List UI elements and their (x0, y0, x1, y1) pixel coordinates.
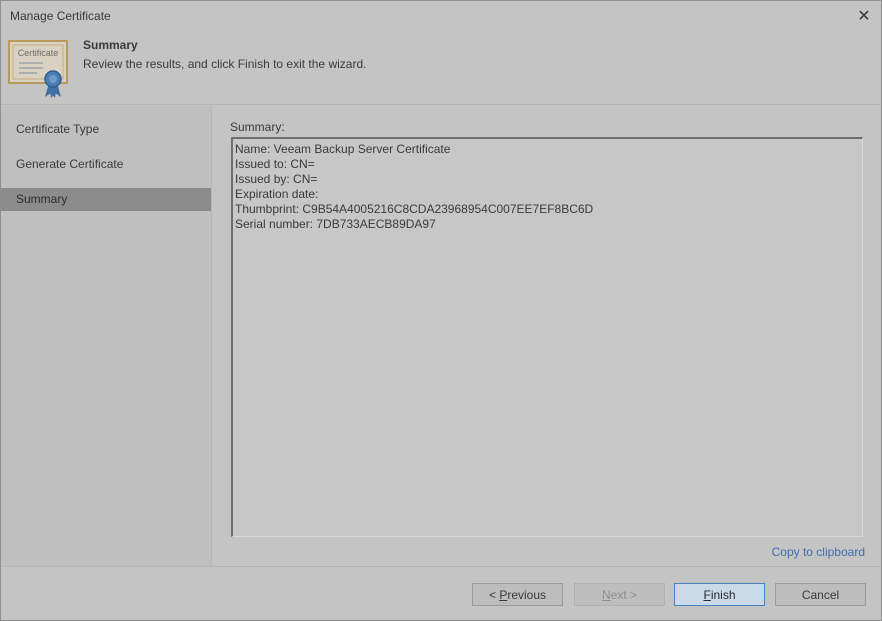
summary-label: Summary: (230, 120, 285, 134)
next-button[interactable]: Next > (574, 583, 665, 606)
next-rest: ext (610, 587, 627, 602)
sidebar-item-summary[interactable]: Summary (1, 188, 211, 211)
summary-panel: Summary: Name: Veeam Backup Server Certi… (212, 106, 881, 566)
copy-to-clipboard-link[interactable]: Copy to clipboard (772, 545, 865, 559)
header-title: Summary (83, 38, 138, 52)
window-title: Manage Certificate (10, 9, 111, 23)
next-suffix: > (626, 587, 638, 602)
title-bar: Manage Certificate ✕ (1, 1, 881, 31)
finish-button[interactable]: Finish (674, 583, 765, 606)
previous-prefix: < (488, 587, 500, 602)
sidebar-item-certificate-type[interactable]: Certificate Type (1, 118, 211, 141)
summary-line-expiration: Expiration date: (235, 187, 319, 201)
summary-line-thumbprint: Thumbprint: C9B54A4005216C8CDA23968954C0… (235, 202, 594, 216)
summary-line-name: Name: Veeam Backup Server Certificate (235, 142, 451, 156)
certificate-icon-text: Certificate (18, 48, 59, 58)
previous-rest: revious (507, 587, 547, 602)
previous-mnemonic: P (499, 587, 508, 602)
wizard-header: Certificate Summary Review the results, … (1, 31, 881, 105)
wizard-steps-sidebar: Certificate Type Generate Certificate Su… (1, 106, 212, 566)
next-mnemonic: N (601, 587, 611, 602)
finish-mnemonic: F (703, 587, 711, 602)
finish-rest: inish (710, 587, 736, 602)
summary-text-box[interactable]: Name: Veeam Backup Server Certificate Is… (231, 137, 863, 537)
cancel-button[interactable]: Cancel (775, 583, 866, 606)
header-description: Review the results, and click Finish to … (83, 57, 367, 71)
summary-line-serial: Serial number: 7DB733AECB89DA97 (235, 217, 436, 231)
manage-certificate-dialog: Manage Certificate ✕ Certificate Summary… (0, 0, 882, 621)
certificate-icon: Certificate (8, 40, 68, 98)
summary-line-issued-to: Issued to: CN= (235, 157, 315, 171)
sidebar-item-generate-certificate[interactable]: Generate Certificate (1, 153, 211, 176)
summary-line-issued-by: Issued by: CN= (235, 172, 318, 186)
previous-button[interactable]: < Previous (472, 583, 563, 606)
close-icon[interactable]: ✕ (853, 5, 875, 27)
wizard-footer: < Previous Next > Finish Cancel (1, 566, 881, 620)
